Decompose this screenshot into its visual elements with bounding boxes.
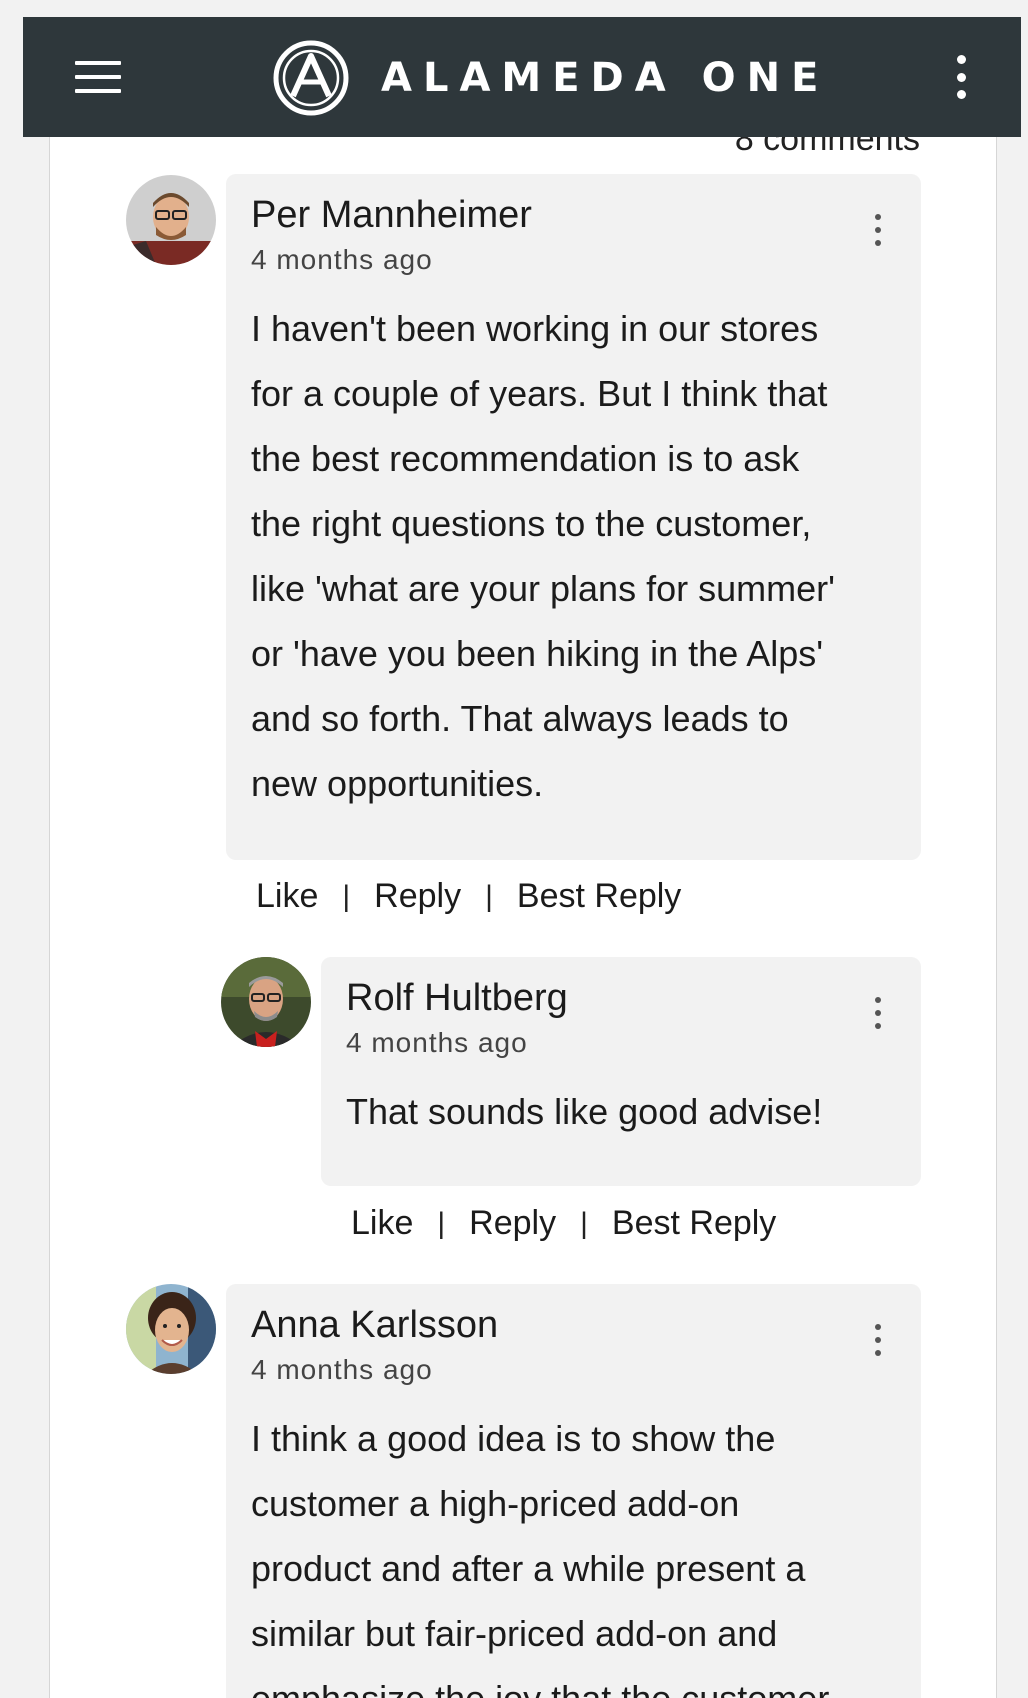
separator: |: [580, 1206, 588, 1240]
best-reply-button[interactable]: Best Reply: [517, 877, 681, 916]
comment-body: That sounds like good advise!: [346, 1079, 822, 1144]
avatar[interactable]: [221, 957, 311, 1047]
brand-name: ALAMEDA ONE: [381, 55, 830, 101]
more-vert-icon[interactable]: [951, 55, 971, 99]
comment-body: I haven't been working in our stores for…: [251, 296, 835, 816]
comment-line: the right questions to the customer,: [251, 503, 812, 544]
comment-time: 4 months ago: [251, 244, 433, 275]
comment-time: 4 months ago: [346, 1027, 528, 1058]
brand[interactable]: ALAMEDA ONE: [271, 38, 829, 118]
comment-line: new opportunities.: [251, 763, 544, 804]
avatar-image: [126, 175, 216, 265]
comment-line: similar but fair-priced add-on and: [251, 1613, 778, 1654]
comment-more-icon[interactable]: [872, 214, 884, 246]
like-button[interactable]: Like: [351, 1204, 413, 1243]
comment-line: emphasize the joy that the customer: [251, 1666, 829, 1698]
comment-author[interactable]: Rolf Hultberg: [346, 977, 568, 1020]
like-button[interactable]: Like: [256, 877, 318, 916]
comment-body: I think a good idea is to show the custo…: [251, 1406, 829, 1698]
comment-line: the best recommendation is to ask: [251, 438, 800, 479]
comment-line: and so forth. That always leads to: [251, 698, 789, 739]
comment-more-icon[interactable]: [872, 997, 884, 1029]
comment-line: or 'have you been hiking in the Alps': [251, 633, 824, 674]
comment-author[interactable]: Anna Karlsson: [251, 1304, 498, 1347]
top-app-bar: ALAMEDA ONE: [23, 17, 1021, 137]
comment-time: 4 months ago: [251, 1354, 433, 1385]
comment-line: That sounds like good advise!: [346, 1091, 823, 1132]
comment-author[interactable]: Per Mannheimer: [251, 194, 532, 237]
reply-button[interactable]: Reply: [374, 877, 461, 916]
comment-line: I haven't been working in our stores: [251, 308, 819, 349]
comment-line: I think a good idea is to show the: [251, 1418, 776, 1459]
reply-button[interactable]: Reply: [469, 1204, 556, 1243]
avatar-image: [126, 1284, 216, 1374]
avatar[interactable]: [126, 175, 216, 265]
comment-actions: Like | Reply | Best Reply: [256, 877, 681, 916]
hamburger-menu-icon[interactable]: [75, 61, 121, 93]
comment-line: customer a high-priced add-on: [251, 1483, 740, 1524]
comment-line: like 'what are your plans for summer': [251, 568, 835, 609]
avatar-image: [221, 957, 311, 1047]
screen: 8 comments ALAMEDA ONE Per Mannheimer 4 …: [0, 0, 1028, 1698]
brand-logo-icon: [273, 40, 349, 116]
comment-bubble: Per Mannheimer 4 months ago I haven't be…: [226, 174, 921, 860]
comment-line: for a couple of years. But I think that: [251, 373, 828, 414]
comment-more-icon[interactable]: [872, 1324, 884, 1356]
separator: |: [342, 879, 351, 913]
comment-bubble: Anna Karlsson 4 months ago I think a goo…: [226, 1284, 921, 1698]
best-reply-button[interactable]: Best Reply: [612, 1204, 776, 1243]
comment-bubble: Rolf Hultberg 4 months ago That sounds l…: [321, 957, 921, 1186]
avatar[interactable]: [126, 1284, 216, 1374]
separator: |: [437, 1206, 446, 1240]
comment-actions: Like | Reply | Best Reply: [351, 1204, 776, 1243]
comment-line: product and after a while present a: [251, 1548, 806, 1589]
separator: |: [485, 879, 493, 913]
